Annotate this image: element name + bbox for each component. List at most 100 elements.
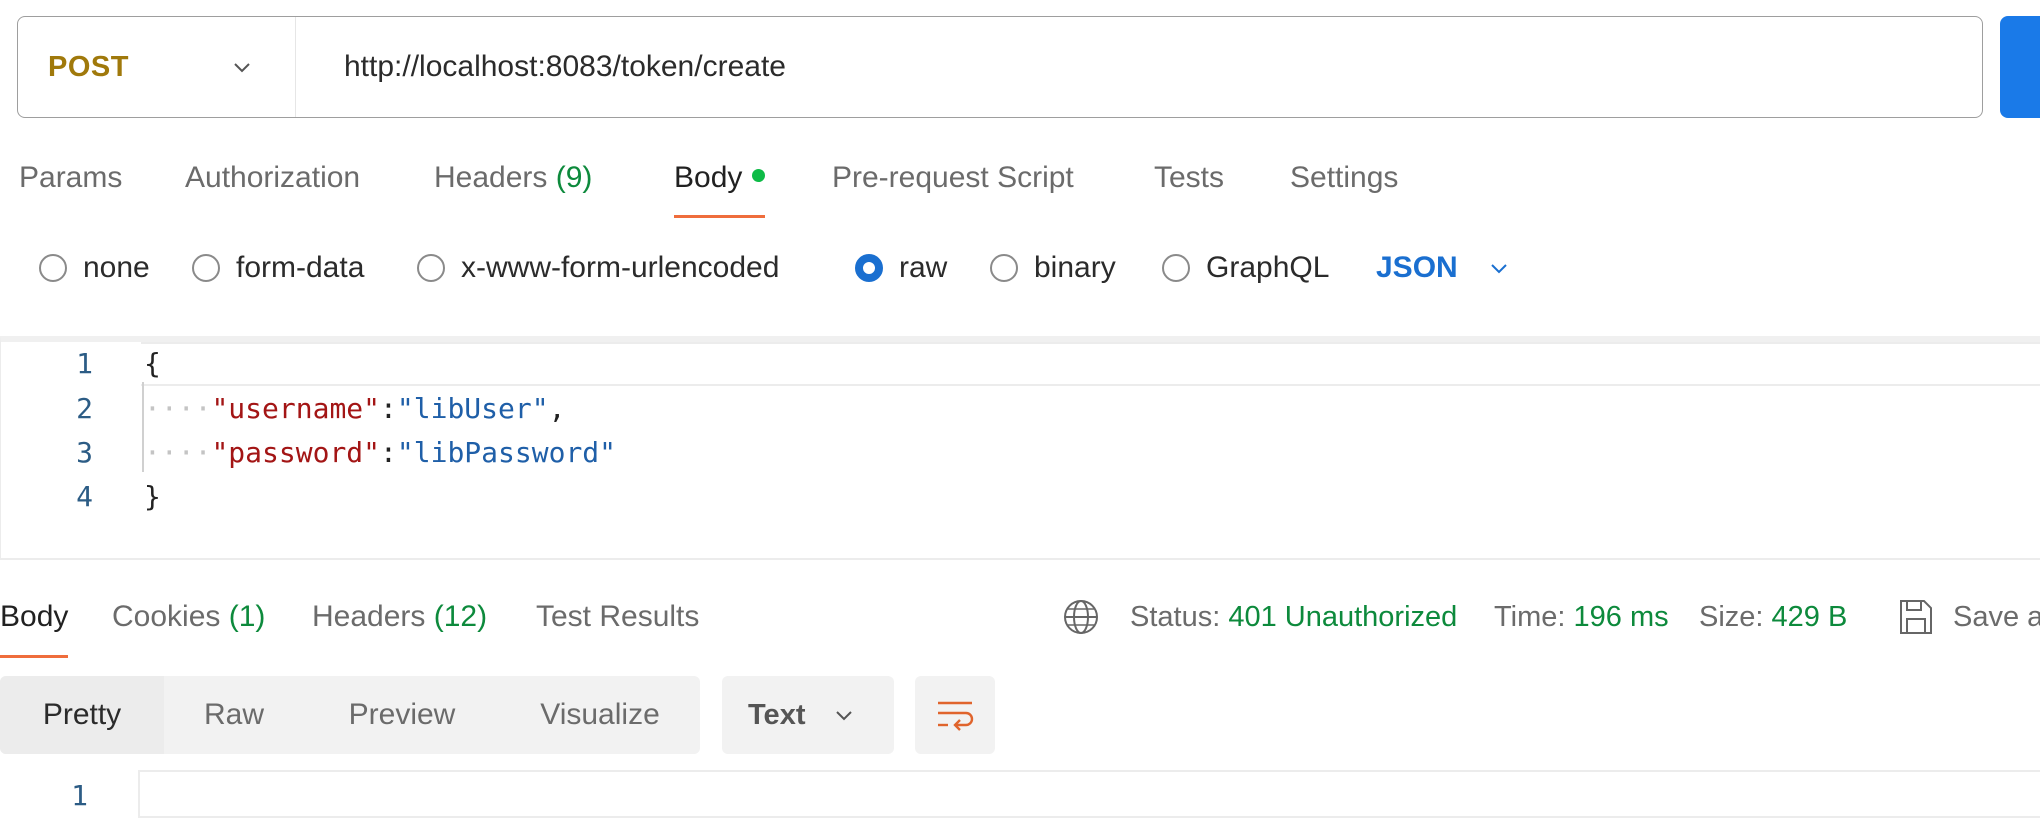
tab-authorization[interactable]: Authorization [185,150,360,220]
raw-format-select[interactable]: JSON [1376,240,1508,296]
json-colon: : [380,436,397,469]
response-format-label: Text [748,698,806,731]
code-text: ····"username":"libUser", [144,387,565,431]
indent-guide [142,382,144,472]
tab-label: Authorization [185,161,361,194]
code-text: } [144,480,161,513]
chevron-down-icon [234,63,250,73]
view-mode-preview[interactable]: Preview [304,676,500,754]
response-tab-headers[interactable]: Headers (12) [312,568,487,660]
chevron-down-icon [836,711,853,721]
tab-label: Pre-request Script [832,161,1074,194]
tab-label: Headers [434,161,548,194]
radio-label: x-www-form-urlencoded [461,251,780,284]
view-mode-label: Visualize [540,698,660,731]
response-body-editor[interactable]: 1 [0,766,2040,819]
radio-form-data[interactable]: form-data [192,240,364,296]
json-key: "password" [211,436,381,469]
radio-circle [1162,254,1190,282]
radio-label: binary [1034,251,1116,284]
body-type-radios: none form-data x-www-form-urlencoded raw… [0,240,1600,296]
view-mode-visualize[interactable]: Visualize [500,676,700,754]
tab-label: Test Results [536,600,700,633]
current-line-highlight [138,770,2040,818]
globe-icon[interactable] [1062,598,1100,636]
tab-label: Body [0,600,69,633]
radio-label: form-data [236,251,365,284]
time-value: 196 ms [1573,601,1669,633]
request-body-editor[interactable]: 1 { 2 ····"username":"libUser", 3 ····"p… [0,336,2040,560]
radio-circle [417,254,445,282]
tab-settings[interactable]: Settings [1290,150,1398,220]
wrap-lines-icon [938,701,974,731]
line-number: 1 [71,779,88,812]
tab-label: Body [674,161,743,194]
response-status[interactable]: Status: 401 Unauthorized [1130,568,1457,660]
raw-format-label: JSON [1376,251,1458,284]
response-bar: Body Cookies (1) Headers (12) Test Resul… [0,568,2040,660]
view-mode-label: Raw [203,698,264,731]
radio-none[interactable]: none [39,240,150,296]
response-tab-body[interactable]: Body [0,568,69,660]
json-colon: : [380,392,397,425]
view-mode-label: Pretty [42,698,122,731]
code-line: 4 } [1,475,2040,519]
tab-label: Cookies [112,600,221,633]
whitespace-marker: ···· [144,436,212,469]
response-size[interactable]: Size: 429 B [1699,568,1847,660]
radio-graphql[interactable]: GraphQL [1162,240,1329,296]
radio-x-www-form-urlencoded[interactable]: x-www-form-urlencoded [417,240,779,296]
tab-label: Settings [1290,161,1399,194]
wrap-lines-button[interactable] [915,676,995,754]
method-label: POST [48,50,129,83]
view-mode-segmented-control: Pretty Raw Preview Visualize [0,676,700,754]
tab-label: Tests [1154,161,1225,194]
size-label: Size: [1699,601,1764,633]
line-number: 4 [76,480,93,513]
status-label: Status: [1130,601,1221,633]
url-input[interactable]: http://localhost:8083/token/create [296,50,786,84]
view-mode-raw[interactable]: Raw [164,676,304,754]
json-comma: , [548,392,566,425]
json-value: "libUser" [396,392,549,425]
whitespace-marker: ···· [144,392,212,425]
tab-count: (12) [433,600,488,633]
radio-circle [855,254,883,282]
tab-pre-request-script[interactable]: Pre-request Script [832,150,1074,220]
radio-binary[interactable]: binary [990,240,1116,296]
radio-circle [990,254,1018,282]
save-response-button[interactable]: Save a [1953,568,2040,660]
radio-raw[interactable]: raw [855,240,947,296]
request-url-bar: POST http://localhost:8083/token/create [17,16,1983,118]
response-format-select[interactable]: Text [722,676,894,754]
tab-params[interactable]: Params [19,150,122,220]
line-number: 3 [76,436,93,469]
response-tab-cookies[interactable]: Cookies (1) [112,568,265,660]
view-mode-label: Preview [348,698,456,731]
tab-headers[interactable]: Headers (9) [434,150,592,220]
response-time[interactable]: Time: 196 ms [1494,568,1669,660]
radio-label: GraphQL [1206,251,1330,284]
response-tab-test-results[interactable]: Test Results [536,568,699,660]
tab-tests[interactable]: Tests [1154,150,1224,220]
radio-circle [192,254,220,282]
time-label: Time: [1494,601,1566,633]
chevron-down-icon [1490,264,1507,274]
code-line: 3 ····"password":"libPassword" [1,431,2040,475]
line-number: 2 [76,392,93,425]
line-number: 1 [76,347,93,380]
json-key: "username" [211,392,381,425]
save-icon[interactable] [1898,598,1934,636]
size-value: 429 B [1771,601,1848,633]
tab-body[interactable]: Body [674,150,766,220]
tab-count: (1) [228,600,266,633]
radio-label: raw [899,251,948,284]
method-select[interactable]: POST [18,17,296,117]
code-line: 2 ····"username":"libUser", [1,387,2040,431]
code-text: ····"password":"libPassword" [144,431,616,475]
tab-label: Params [19,161,123,194]
body-modified-dot [752,168,766,182]
send-button[interactable] [2000,16,2040,118]
tab-label: Headers [312,600,426,633]
view-mode-pretty[interactable]: Pretty [0,676,164,754]
